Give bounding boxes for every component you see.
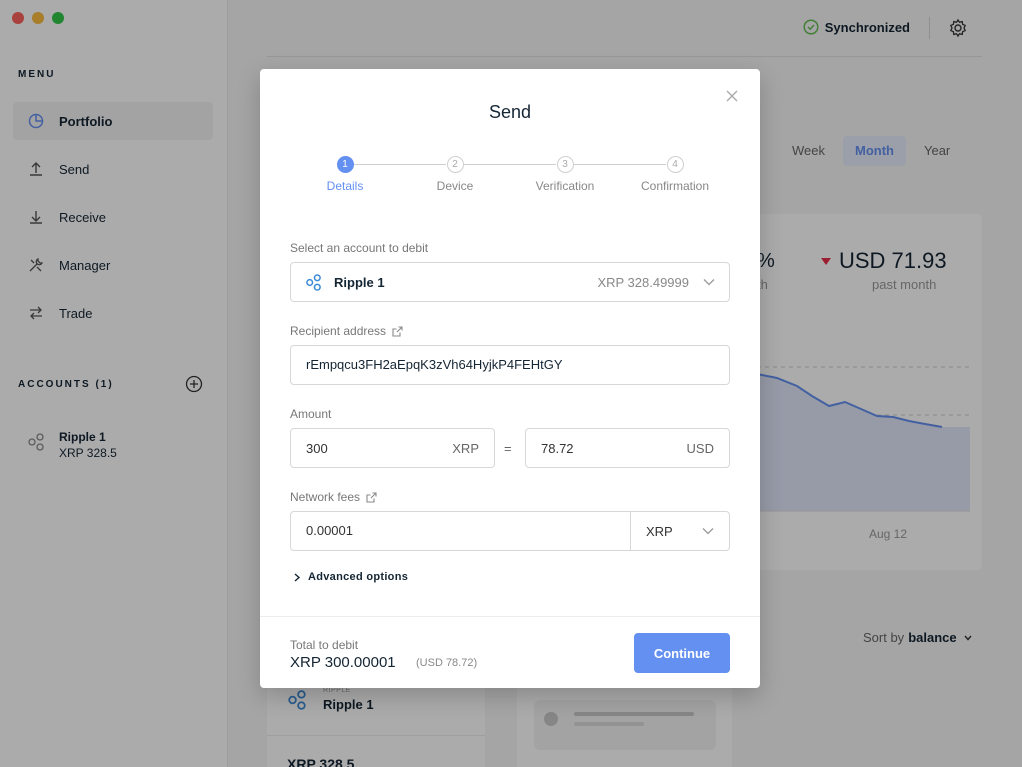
step-number: 3 [556, 156, 574, 173]
total-value: XRP 300.00001 [290, 654, 396, 671]
external-link-icon[interactable] [392, 325, 403, 337]
fees-unit-select[interactable]: XRP [630, 511, 730, 551]
total-label: Total to debit [290, 638, 359, 652]
modal-title: Send [488, 102, 532, 122]
network-fees-label: Network fees [290, 490, 377, 504]
recipient-address-input[interactable]: rEmpqcu3FH2aEpqK3zVh64HyjkP4FEHtGY [290, 345, 730, 385]
step-label: Confirmation [640, 179, 710, 193]
step-details: 1 Details [290, 156, 400, 193]
ripple-icon [305, 273, 322, 291]
account-select-label: Select an account to debit [290, 241, 429, 255]
chevron-down-icon [703, 279, 715, 286]
chevron-right-icon [294, 572, 301, 582]
step-device: 2 Device [400, 156, 510, 193]
selected-account-name: Ripple 1 [334, 274, 385, 290]
amount-label: Amount [290, 407, 332, 421]
step-verification: 3 Verification [510, 156, 620, 193]
total-fiat: (USD 78.72) [416, 657, 478, 669]
step-label: Device [436, 179, 474, 193]
network-fees-input[interactable]: 0.00001 [290, 511, 631, 551]
send-modal: Send 1 Details 2 Device 3 Verification 4… [260, 69, 760, 688]
close-button[interactable] [725, 89, 739, 103]
step-number: 1 [336, 156, 354, 173]
step-number: 2 [446, 156, 464, 173]
account-select[interactable]: Ripple 1 XRP 328.49999 [290, 262, 730, 302]
equals-sign: = [504, 441, 512, 456]
stepper: 1 Details 2 Device 3 Verification 4 Conf… [290, 156, 730, 196]
recipient-label-text: Recipient address [290, 324, 387, 338]
fiat-amount-input[interactable]: 78.72 USD [525, 428, 730, 468]
step-confirmation: 4 Confirmation [620, 156, 730, 193]
modal-footer: Total to debit XRP 300.00001 (USD 78.72)… [260, 616, 760, 688]
fees-unit: XRP [646, 523, 673, 539]
step-label: Details [326, 179, 364, 193]
fiat-unit: USD [686, 440, 714, 456]
selected-account-balance: XRP 328.49999 [597, 274, 689, 290]
amount-input[interactable]: 300 XRP [290, 428, 495, 468]
recipient-label: Recipient address [290, 324, 403, 338]
step-number: 4 [666, 156, 684, 173]
amount-unit: XRP [452, 440, 479, 456]
external-link-icon[interactable] [366, 491, 377, 503]
continue-button[interactable]: Continue [634, 633, 730, 673]
fiat-value: 78.72 [541, 440, 574, 456]
advanced-options-toggle[interactable]: Advanced options [293, 571, 408, 583]
close-icon [726, 90, 738, 102]
step-label: Verification [535, 179, 595, 193]
amount-value: 300 [306, 440, 328, 456]
advanced-options-label: Advanced options [308, 571, 409, 583]
network-fees-label-text: Network fees [290, 490, 361, 504]
chevron-down-icon [702, 528, 714, 535]
